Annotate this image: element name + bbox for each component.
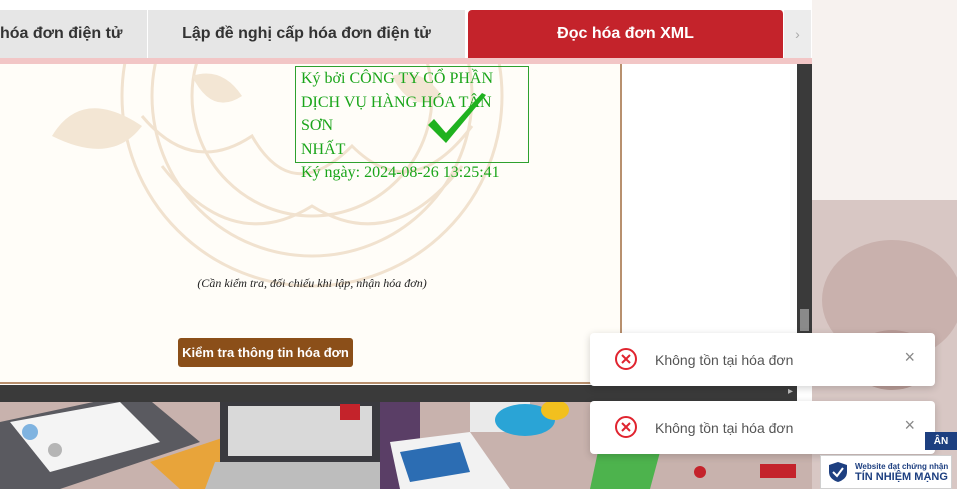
trust-badge[interactable]: Website đạt chứng nhận TÍN NHIỆM MẠNG — [820, 455, 952, 489]
check-invoice-button[interactable]: Kiểm tra thông tin hóa đơn — [178, 338, 353, 367]
chevron-right-icon: › — [795, 26, 800, 42]
error-toast: Không tồn tại hóa đơn × — [590, 401, 935, 454]
toast-message: Không tồn tại hóa đơn — [655, 419, 794, 436]
badge-line2: TÍN NHIỆM MẠNG — [855, 471, 948, 483]
invoice-document: Ký bởi CÔNG TY CỔ PHẦN DỊCH VỤ HÀNG HÓA … — [0, 64, 622, 384]
checkmark-icon — [428, 93, 486, 143]
error-toast: Không tồn tại hóa đơn × — [590, 333, 935, 386]
close-icon[interactable]: × — [904, 415, 915, 436]
toast-message: Không tồn tại hóa đơn — [655, 351, 794, 368]
tab-bar: hóa đơn điện tử Lập đề nghị cấp hóa đơn … — [0, 10, 812, 58]
badge-tag: ÂN — [925, 432, 957, 450]
close-icon[interactable]: × — [904, 347, 915, 368]
shield-icon — [829, 462, 847, 482]
horizontal-scrollbar[interactable]: ▸ — [0, 385, 797, 402]
tab-lap-de-nghi[interactable]: Lập đề nghị cấp hóa đơn điện tử — [148, 10, 466, 58]
invoice-note: (Cần kiểm tra, đối chiếu khi lập, nhận h… — [197, 276, 427, 290]
tab-hoa-don-dien-tu[interactable]: hóa đơn điện tử — [0, 10, 148, 58]
tab-doc-hoa-don-xml[interactable]: Đọc hóa đơn XML — [468, 10, 784, 58]
digital-signature-box: Ký bởi CÔNG TY CỔ PHẦN DỊCH VỤ HÀNG HÓA … — [295, 66, 529, 181]
tab-scroll-right-button[interactable]: › — [784, 10, 812, 58]
error-circle-icon — [615, 348, 637, 370]
error-circle-icon — [615, 416, 637, 438]
scroll-right-arrow-icon[interactable]: ▸ — [788, 386, 793, 397]
scrollbar-thumb[interactable] — [800, 309, 809, 331]
